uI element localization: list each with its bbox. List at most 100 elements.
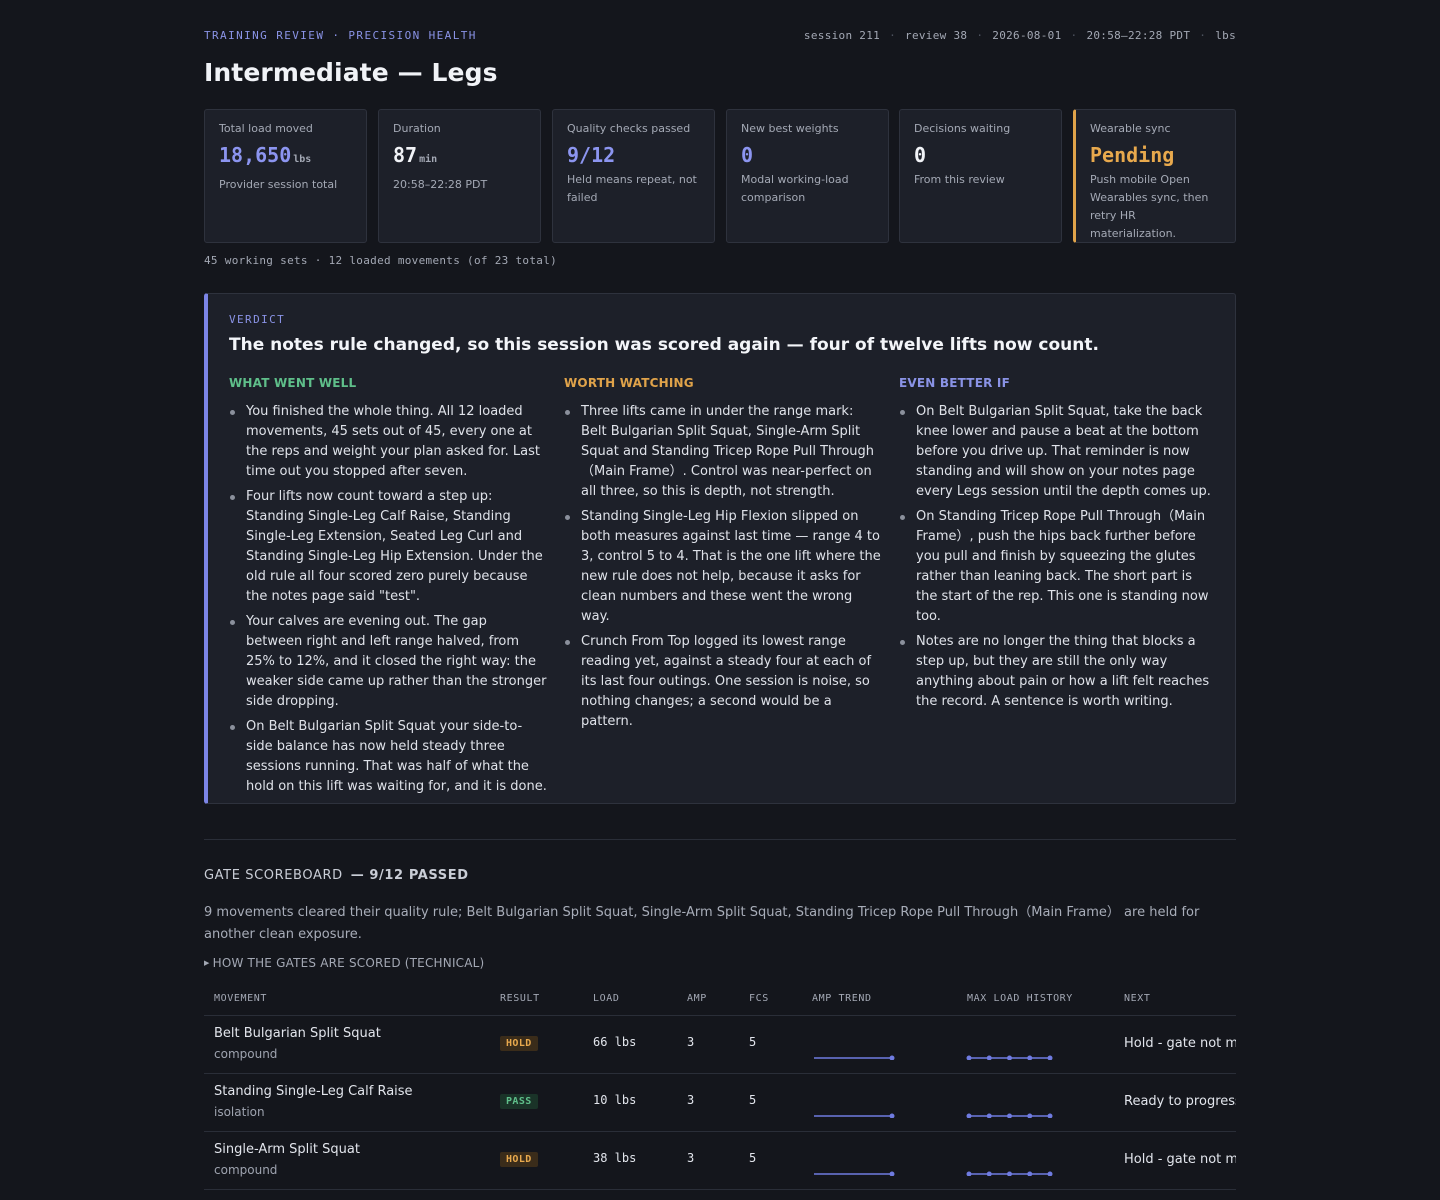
amp-value: 3 (687, 1093, 695, 1107)
stat-card-decisions: Decisions waiting 0 From this review (899, 109, 1062, 243)
list-item: Standing Single-Leg Hip Flexion slipped … (564, 507, 882, 627)
amp-trend-point (889, 1055, 895, 1060)
page-eyebrow: TRAINING REVIEW · PRECISION HEALTH (204, 29, 477, 42)
fcs-value: 5 (749, 1151, 757, 1165)
max-load-history-sparkline (966, 1171, 1053, 1176)
movement-name: Standing Single-Leg Calf Raise (214, 1084, 413, 1099)
stat-label: Duration (393, 122, 441, 135)
col-fcs: FCS (749, 993, 769, 1004)
movement-type: compound (214, 1163, 278, 1177)
stat-label: Wearable sync (1090, 122, 1171, 135)
max-load-point (966, 1113, 972, 1118)
amp-trend-point (889, 1113, 895, 1118)
stat-card-quality-checks: Quality checks passed 9/12 Held means re… (552, 109, 715, 243)
max-load-point (1047, 1171, 1053, 1176)
movement-type: compound (214, 1047, 278, 1061)
stat-note: Push mobile Open Wearables sync, then re… (1090, 173, 1209, 240)
stat-note: 20:58–22:28 PDT (393, 178, 488, 191)
stat-note: From this review (914, 173, 1005, 186)
stat-label: Total load moved (219, 122, 313, 135)
session-meta: session 211 · review 38 · 2026-08-01 · 20:58–2… (803, 29, 1236, 42)
result-badge: HOLD (500, 1152, 538, 1167)
verdict-eyebrow: VERDICT (229, 313, 286, 326)
max-load-history-sparkline (966, 1113, 1053, 1118)
col-amp: AMP (687, 993, 707, 1004)
stat-note: Held means repeat, not failed (567, 173, 697, 204)
stat-value: 0 (741, 143, 754, 167)
load-value: 38 lbs (593, 1151, 637, 1165)
column-list: You finished the whole thing. All 12 loa… (229, 402, 547, 797)
load-value: 66 lbs (593, 1035, 637, 1049)
next-action: Hold - gate not met (1124, 1152, 1236, 1167)
amp-value: 3 (687, 1151, 695, 1165)
max-load-point (1007, 1055, 1012, 1060)
col-result: RESULT (500, 993, 540, 1004)
amp-value: 3 (687, 1035, 695, 1049)
amp-trend-point (889, 1171, 895, 1176)
meta-time: 20:58–22:28 PDT (1086, 29, 1191, 42)
stat-value: 9/12 (567, 143, 616, 167)
col-amp-trend: AMP TREND (812, 993, 872, 1004)
column-heading: WHAT WENT WELL (229, 376, 357, 390)
stat-card-total-load: Total load moved 18,650 lbs Provider sess… (204, 109, 367, 243)
next-action: Ready to progress (1124, 1094, 1236, 1109)
column-list: On Belt Bulgarian Split Squat, take the … (899, 402, 1217, 712)
meta-session: session 211 (803, 29, 881, 42)
fcs-value: 5 (749, 1035, 757, 1049)
max-load-point (966, 1171, 972, 1176)
column-went-well: WHAT WENT WELL You finished the whole th… (229, 376, 547, 802)
table-header: MOVEMENT RESULT LOAD AMP FCS AMP TREND M… (204, 982, 1236, 1016)
max-load-point (1027, 1171, 1033, 1176)
stat-value: Pending (1090, 143, 1175, 167)
column-heading: EVEN BETTER IF (899, 376, 1010, 390)
fcs-value: 5 (749, 1093, 757, 1107)
movement-type: isolation (214, 1105, 265, 1119)
list-item: On Standing Tricep Rope Pull Through（Mai… (899, 507, 1217, 627)
list-item: Your calves are evening out. The gap bet… (229, 612, 547, 712)
column-even-better: EVEN BETTER IF On Belt Bulgarian Split S… (899, 376, 1217, 717)
technical-details-toggle[interactable]: ▶ HOW THE GATES ARE SCORED (TECHNICAL) (204, 956, 484, 970)
table-row[interactable]: Single-Arm Split Squat compound HOLD 38 … (204, 1132, 1236, 1190)
stat-value: 87 min (393, 143, 438, 167)
list-item: Four lifts now count toward a step up: S… (229, 487, 547, 607)
amp-trend-sparkline (814, 1113, 895, 1118)
stat-value: 18,650 lbs (219, 143, 312, 167)
table-row[interactable]: Standing Single-Leg Calf Raise isolation… (204, 1074, 1236, 1132)
max-load-point (1027, 1113, 1033, 1118)
stat-label: Decisions waiting (914, 122, 1011, 135)
list-item: Notes are no longer the thing that block… (899, 632, 1217, 712)
meta-units: lbs (1215, 29, 1236, 42)
stat-note: Modal working-load comparison (741, 173, 849, 204)
caret-right-icon: ▶ (204, 959, 210, 967)
amp-trend-sparkline (814, 1171, 895, 1176)
stat-label: Quality checks passed (567, 122, 691, 135)
page-title: Intermediate — Legs (204, 58, 498, 87)
verdict-headline: The notes rule changed, so this session … (229, 335, 1099, 355)
next-action: Hold - gate not met (1124, 1036, 1236, 1051)
list-item: Three lifts came in under the range mark… (564, 402, 882, 502)
list-item: On Belt Bulgarian Split Squat your side-… (229, 717, 547, 797)
amp-trend-sparkline (814, 1055, 895, 1060)
stat-card-new-best: New best weights 0 Modal working-load co… (726, 109, 889, 243)
col-max-load-history: MAX LOAD HISTORY (967, 993, 1073, 1004)
col-movement: MOVEMENT (214, 993, 267, 1004)
session-summary: 45 working sets · 12 loaded movements (o… (204, 254, 558, 267)
max-load-point (1027, 1055, 1033, 1060)
max-load-point (986, 1171, 992, 1176)
table-row[interactable]: Belt Bulgarian Split Squat compound HOLD… (204, 1016, 1236, 1074)
gate-table: MOVEMENT RESULT LOAD AMP FCS AMP TREND M… (204, 982, 1236, 1190)
stat-cards: Total load moved 18,650 lbs Provider sess… (204, 109, 1236, 243)
movement-name: Belt Bulgarian Split Squat (214, 1026, 381, 1041)
verdict-panel: VERDICT The notes rule changed, so this … (204, 293, 1236, 804)
result-badge: PASS (500, 1094, 538, 1109)
meta-date: 2026-08-01 (992, 29, 1062, 42)
max-load-point (1047, 1055, 1053, 1060)
max-load-point (1007, 1113, 1012, 1118)
max-load-point (986, 1113, 992, 1118)
meta-review: review 38 (905, 29, 968, 42)
gate-scoreboard-heading: GATE SCOREBOARD — 9/12 PASSED (204, 868, 469, 883)
column-worth-watching: WORTH WATCHING Three lifts came in under… (564, 376, 882, 737)
stat-value: 0 (914, 143, 927, 167)
list-item: Crunch From Top logged its lowest range … (564, 632, 882, 732)
top-bar: TRAINING REVIEW · PRECISION HEALTH sessi… (204, 29, 1236, 45)
